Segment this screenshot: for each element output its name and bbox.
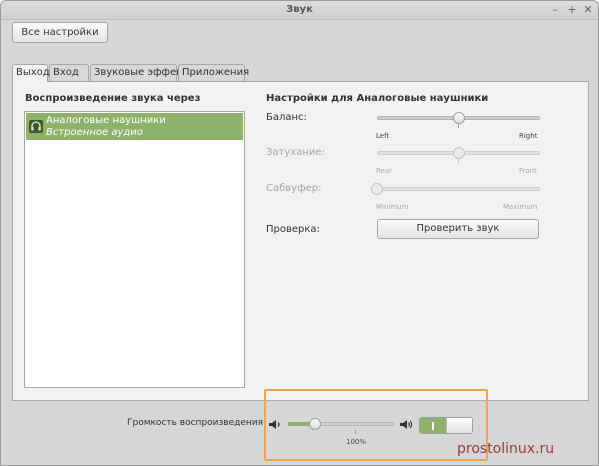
subwoofer-max-label: Maximum [503, 203, 538, 211]
output-panel: Воспроизведение звука через Аналоговые н… [12, 81, 589, 401]
balance-label: Баланс: [266, 112, 307, 123]
list-item[interactable]: Аналоговые наушники Встроенное аудио [26, 113, 243, 140]
settings-heading: Настройки для Аналоговые наушники [266, 93, 489, 104]
tab-input[interactable]: Вход [49, 64, 89, 81]
subwoofer-min-label: Minimum [376, 203, 409, 211]
device-name: Аналоговые наушники [46, 115, 166, 126]
test-sound-button[interactable]: Проверить звук [377, 219, 539, 239]
fade-label: Затухание: [266, 147, 325, 158]
tab-output[interactable]: Выход [12, 64, 50, 82]
tab-sound-effects[interactable]: Звуковые эффекты [90, 64, 196, 81]
volume-highlight-frame [264, 389, 488, 461]
subwoofer-slider[interactable] [377, 187, 540, 191]
all-settings-button[interactable]: Все настройки [12, 22, 108, 43]
fade-rear-label: Rear [376, 167, 393, 175]
playback-volume-label: Громкость воспроизведения: [127, 418, 267, 428]
headphones-icon [29, 120, 43, 133]
window-title: Звук [286, 4, 313, 15]
fade-center-mark [458, 159, 459, 163]
test-label: Проверка: [266, 224, 320, 235]
subwoofer-label: Сабвуфер: [266, 183, 322, 194]
subwoofer-slider-knob[interactable] [371, 183, 383, 195]
output-heading: Воспроизведение звука через [25, 93, 201, 104]
tab-applications[interactable]: Приложения [178, 64, 249, 81]
close-button[interactable]: ✕ [581, 3, 595, 17]
device-description: Встроенное аудио [46, 127, 143, 138]
balance-slider-knob[interactable] [452, 112, 465, 124]
maximize-button[interactable]: + [565, 3, 579, 17]
balance-center-mark [458, 124, 459, 128]
fade-front-label: Front [519, 167, 537, 175]
titlebar[interactable]: Звук – + ✕ [1, 1, 598, 20]
output-device-list[interactable]: Аналоговые наушники Встроенное аудио [24, 111, 245, 388]
balance-left-label: Left [376, 132, 390, 140]
fade-slider-knob[interactable] [452, 147, 465, 159]
balance-right-label: Right [519, 132, 538, 140]
watermark: prostolinux.ru [457, 441, 555, 457]
minimize-button[interactable]: – [548, 3, 562, 17]
